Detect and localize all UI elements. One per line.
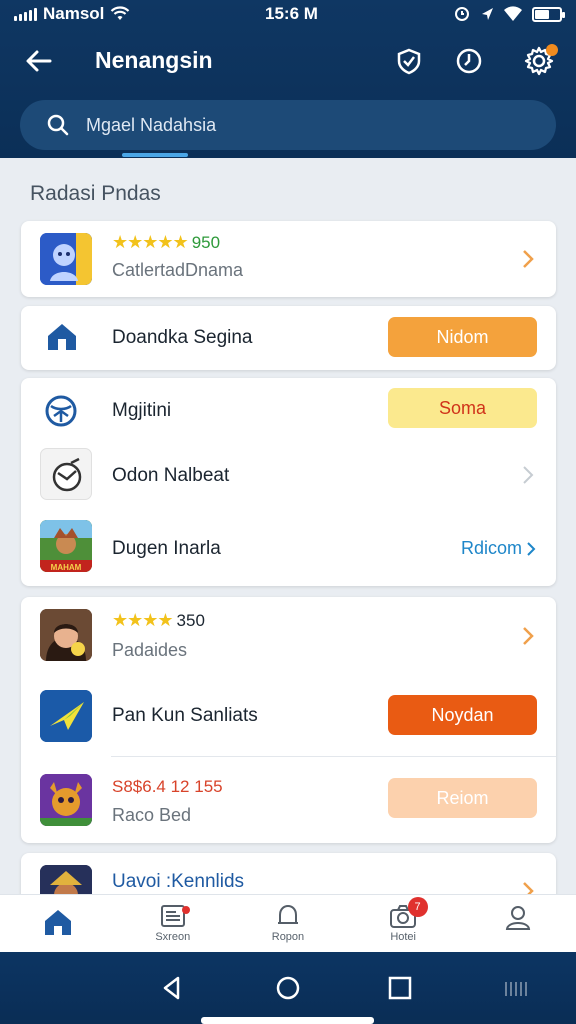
keyboard-icon[interactable] <box>500 972 532 1004</box>
app-icon <box>40 609 92 661</box>
search-placeholder: Mgael Nadahsia <box>86 114 217 135</box>
notification-badge: 7 <box>407 897 428 917</box>
list-item[interactable]: Doandka Segina Nidom <box>21 306 556 370</box>
list-item[interactable]: MAHAM Dugen Inarla Rdicom <box>21 514 556 586</box>
item-price: S8$6.4 12 155 <box>112 777 223 796</box>
profile-icon <box>506 906 531 930</box>
item-name: Uavoi :Kennlids <box>112 871 245 892</box>
recents-square-icon[interactable] <box>384 972 416 1004</box>
settings-button[interactable] <box>520 42 558 80</box>
app-header: Nenangsin <box>0 32 576 90</box>
signal-icon <box>14 7 37 21</box>
search-input[interactable]: Mgael Nadahsia <box>20 100 556 150</box>
item-subtitle: Raco Bed <box>112 805 192 825</box>
home-icon <box>48 324 76 350</box>
home-circle-icon[interactable] <box>272 972 304 1004</box>
app-card[interactable]: ★★★★ 350 Padaides Pan Kun Sanliats Noyda… <box>21 597 556 843</box>
alarm-icon <box>455 7 469 21</box>
list-item[interactable]: ★★★★★ 950 CatlertadDnama <box>21 221 556 297</box>
star-rating-icon: ★★★★ <box>112 610 174 630</box>
home-icon <box>44 910 71 935</box>
chevron-right-icon[interactable] <box>520 247 536 271</box>
item-name: Doandka Segina <box>112 327 253 348</box>
item-subtitle: Padaides <box>112 640 188 660</box>
chevron-right-icon[interactable] <box>520 624 536 648</box>
nav-profile[interactable] <box>461 895 576 953</box>
item-name: Odon Nalbeat <box>112 465 230 486</box>
action-button[interactable]: Noydan <box>388 695 537 735</box>
list-item[interactable]: S8$6.4 12 155 Raco Bed Reiom <box>21 757 556 843</box>
clock: 15:6 M <box>265 4 318 23</box>
clock-icon[interactable] <box>450 42 488 80</box>
nav-notifications[interactable]: Ropon <box>230 895 345 953</box>
app-card[interactable]: Mgjitini Soma Odon Nalbeat MAHAM Dugen I… <box>21 378 556 586</box>
nav-label: Ropon <box>271 931 305 943</box>
home-indicator <box>201 1017 374 1024</box>
section-title: Radasi Pndas <box>30 182 161 205</box>
item-link[interactable]: Rdicom <box>461 538 536 559</box>
back-triangle-icon[interactable] <box>156 972 188 1004</box>
nav-camera[interactable]: 7 Hotei <box>346 895 461 953</box>
chevron-right-icon[interactable] <box>520 463 536 487</box>
shield-check-icon[interactable] <box>390 42 428 80</box>
rating-value: 950 <box>191 232 221 252</box>
nav-label: Hotei <box>390 931 416 943</box>
globe-icon <box>45 395 77 427</box>
icon-label: MAHAM <box>51 563 82 572</box>
list-item[interactable]: Pan Kun Sanliats Noydan <box>21 677 556 757</box>
rating: ★★★★ 350 <box>112 610 205 631</box>
star-rating-icon: ★★★★★ <box>112 232 189 252</box>
list-item[interactable]: ★★★★ 350 Padaides <box>21 597 556 677</box>
list-item[interactable]: Odon Nalbeat <box>21 444 556 514</box>
back-arrow-icon[interactable] <box>22 44 56 78</box>
notification-dot <box>546 44 558 56</box>
nav-label: Sxreon <box>155 931 191 943</box>
battery-icon <box>532 6 565 22</box>
list-item[interactable]: Mgjitini Soma <box>21 378 556 444</box>
status-bar: Namsol 15:6 M <box>0 0 576 28</box>
system-nav-bar <box>0 952 576 1024</box>
rating: ★★★★★ 950 <box>112 232 220 253</box>
item-name: Dugen Inarla <box>112 538 221 559</box>
action-button[interactable]: Reiom <box>388 778 537 818</box>
app-icon <box>40 233 92 285</box>
app-card[interactable]: ★★★★★ 950 CatlertadDnama <box>21 221 556 297</box>
nav-news[interactable]: Sxreon <box>115 895 230 953</box>
bell-icon <box>277 904 298 924</box>
chevron-right-icon <box>527 541 536 556</box>
top-bar: Namsol 15:6 M Nenangsin Mgael Nadahsia <box>0 0 576 158</box>
nav-home[interactable] <box>0 895 115 953</box>
wifi-icon <box>111 6 130 20</box>
page-title: Nenangsin <box>95 47 213 73</box>
app-icon: MAHAM <box>40 520 92 572</box>
app-icon <box>40 448 92 500</box>
notification-dot <box>182 906 191 914</box>
carrier-label: Namsol <box>43 4 105 23</box>
rating-value: 350 <box>176 610 205 630</box>
app-icon <box>40 690 92 742</box>
search-underline <box>122 153 188 157</box>
bottom-nav: Sxreon Ropon 7 Hotei <box>0 894 576 952</box>
search-icon <box>47 114 69 136</box>
app-card[interactable]: Doandka Segina Nidom <box>21 306 556 370</box>
action-button[interactable]: Nidom <box>388 317 537 357</box>
item-name: Pan Kun Sanliats <box>112 705 258 726</box>
app-icon <box>40 774 92 826</box>
item-subtitle: CatlertadDnama <box>112 260 244 280</box>
item-name: Mgjitini <box>112 400 172 421</box>
link-label: Rdicom <box>460 538 522 558</box>
action-button[interactable]: Soma <box>388 388 537 428</box>
location-icon <box>482 8 493 20</box>
wifi-icon <box>504 6 522 22</box>
